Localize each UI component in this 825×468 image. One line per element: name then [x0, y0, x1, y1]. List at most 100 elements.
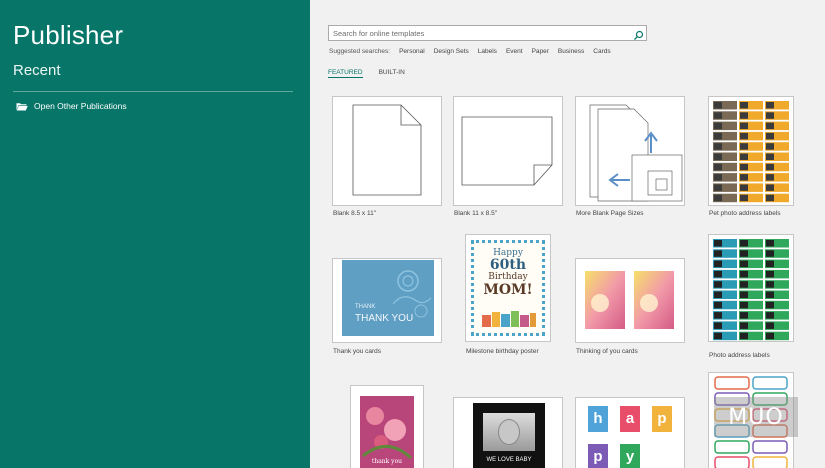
baby-frame: WE LOVE BABY	[473, 403, 545, 468]
template-label: Blank 11 x 8.5"	[454, 210, 498, 217]
template-thumbnail	[575, 258, 685, 343]
template-thumbnail	[575, 96, 685, 206]
suggested-search-personal[interactable]: Personal	[399, 48, 425, 55]
suggested-searches-label: Suggested searches:	[329, 48, 391, 55]
template-thumbnail	[332, 96, 442, 206]
label-photo	[740, 281, 748, 288]
template-more-blank-sizes[interactable]: More Blank Page Sizes	[575, 96, 685, 220]
floral-card-preview	[360, 396, 414, 468]
label-photo	[714, 301, 722, 309]
search-icon[interactable]	[633, 28, 644, 40]
label-photo	[740, 122, 748, 130]
label-photo	[740, 102, 748, 109]
page-sizes-icon	[589, 104, 683, 202]
suggested-search-cards[interactable]: Cards	[593, 48, 610, 55]
template-thumbnail	[708, 96, 794, 206]
label-photo	[740, 194, 748, 202]
template-label: Pet photo address labels	[709, 210, 781, 217]
label-photo	[766, 250, 774, 257]
template-thank-you-cards[interactable]: THANK THANK YOU Thank you cards	[332, 258, 442, 358]
label-photo	[714, 281, 722, 288]
template-milestone-birthday-poster[interactable]: Happy 60th Birthday MOM! Milestone birth…	[465, 234, 551, 358]
label-photo	[740, 163, 748, 171]
template-label: Blank 8.5 x 11"	[333, 210, 377, 217]
label-photo	[766, 322, 774, 329]
suggested-search-design-sets[interactable]: Design Sets	[434, 48, 469, 55]
label-photo	[766, 132, 774, 140]
card-text: thank you	[371, 458, 403, 465]
template-baby-announcement[interactable]: WE LOVE BABY	[453, 397, 563, 468]
template-thumbnail: thank you	[350, 385, 424, 468]
label-photo	[740, 332, 748, 340]
label-photo	[740, 322, 748, 329]
label-photo	[714, 143, 722, 150]
label-photo	[714, 174, 722, 181]
label-photo	[714, 194, 722, 202]
poster-houses-graphic	[482, 311, 536, 327]
template-thumbnail	[453, 96, 563, 206]
label-photo	[740, 301, 748, 309]
card-text: WE LOVE BABY	[486, 457, 532, 463]
template-thumbnail: WE LOVE BABY	[453, 397, 563, 468]
label-photo	[740, 250, 748, 257]
suggested-searches: Suggested searches: Personal Design Sets…	[329, 48, 611, 55]
template-pet-photo-labels[interactable]: Pet photo address labels	[708, 96, 794, 220]
blank-page-icon	[461, 116, 553, 186]
label-photo	[766, 184, 774, 191]
app-title: Publisher	[13, 20, 124, 50]
label-photo	[766, 240, 774, 247]
label-photo	[714, 153, 722, 160]
template-photo-address-labels[interactable]: Photo address labels	[708, 234, 794, 359]
label-photo	[766, 332, 774, 340]
thank-you-card-preview	[342, 260, 434, 336]
label-photo	[740, 270, 748, 278]
label-photo	[740, 240, 748, 247]
label-photo	[766, 163, 774, 171]
label-photo	[714, 312, 722, 319]
label-photo	[766, 301, 774, 309]
label-photo	[714, 163, 722, 171]
label-photo	[766, 194, 774, 202]
template-thinking-of-you-cards[interactable]: Thinking of you cards	[575, 258, 685, 358]
recent-heading: Recent	[13, 62, 61, 79]
suggested-search-labels[interactable]: Labels	[478, 48, 497, 55]
main-pane: Suggested searches: Personal Design Sets…	[310, 0, 825, 468]
label-photo	[740, 112, 748, 119]
template-blank-portrait[interactable]: Blank 8.5 x 11"	[332, 96, 442, 220]
label-photo	[740, 153, 748, 160]
template-label: Photo address labels	[709, 352, 770, 359]
label-photo	[714, 132, 722, 140]
tab-featured[interactable]: FEATURED	[328, 69, 363, 78]
suggested-search-business[interactable]: Business	[558, 48, 584, 55]
label-photo	[766, 312, 774, 319]
label-photo	[714, 240, 722, 247]
template-label: Thank you cards	[333, 348, 382, 355]
open-other-publications-button[interactable]: Open Other Publications	[14, 98, 129, 114]
folder-open-icon	[16, 102, 28, 111]
label-photo	[740, 132, 748, 140]
card-text-small: THANK	[355, 304, 376, 310]
label-photo	[766, 260, 774, 268]
template-thumbnail: h a p p y	[575, 397, 685, 468]
label-photo	[714, 122, 722, 130]
template-floral-thank-you[interactable]: thank you	[350, 385, 424, 468]
label-photo	[740, 143, 748, 150]
template-label: Thinking of you cards	[576, 348, 638, 355]
label-photo	[714, 322, 722, 329]
template-thumbnail: Happy 60th Birthday MOM!	[465, 234, 551, 342]
label-photo	[766, 153, 774, 160]
label-photo	[714, 112, 722, 119]
search-input[interactable]	[329, 26, 629, 40]
label-photo	[714, 102, 722, 109]
tab-built-in[interactable]: BUILT-IN	[379, 69, 405, 78]
template-happy-banner[interactable]: h a p p y	[575, 397, 685, 468]
suggested-search-event[interactable]: Event	[506, 48, 523, 55]
watermark-logo: MUO	[714, 397, 798, 437]
template-blank-landscape[interactable]: Blank 11 x 8.5"	[453, 96, 563, 220]
thinking-card-preview	[585, 271, 674, 329]
label-photo	[740, 260, 748, 268]
suggested-search-paper[interactable]: Paper	[532, 48, 549, 55]
label-photo	[740, 312, 748, 319]
template-label: Milestone birthday poster	[466, 348, 539, 355]
label-photo	[766, 102, 774, 109]
